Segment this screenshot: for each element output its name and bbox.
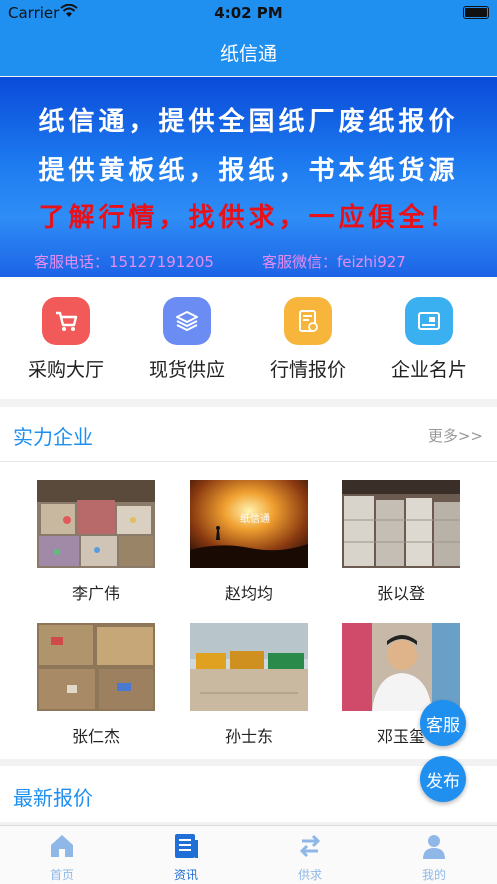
section-title: 最新报价: [13, 786, 93, 810]
status-bar: Carrier 4:02 PM: [0, 0, 497, 26]
man-portrait-photo: [342, 623, 460, 711]
company-card[interactable]: 孙士东: [190, 623, 308, 747]
company-name: 张以登: [376, 584, 425, 603]
tab-bar: 首页 资讯 供求 我的: [0, 825, 497, 884]
user-icon: [423, 835, 445, 859]
more-link[interactable]: 更多>>: [428, 425, 483, 446]
company-name: 赵均均: [224, 584, 273, 603]
trucks-yard-photo: [190, 623, 308, 711]
banner-line-1: 纸信通，提供全国纸厂废纸报价: [38, 107, 459, 137]
nav-bar: 纸信通: [0, 26, 497, 76]
news-icon: [175, 834, 198, 858]
tab-news[interactable]: 资讯: [124, 832, 248, 883]
tab-home[interactable]: 首页: [0, 832, 124, 883]
quick-menu: 采购大厅 现货供应 行情报价 企业名片: [0, 277, 497, 399]
cardboard-bales-photo: [37, 623, 155, 711]
price-document-icon: [284, 297, 332, 345]
warehouse-paper-stacks-photo: [342, 480, 460, 568]
menu-item-business-card[interactable]: 企业名片: [367, 297, 491, 382]
companies-section: 实力企业 更多>> 李广伟 纸信通 赵均均 张以登 张仁杰 孙士东 邓玉玺: [0, 407, 497, 759]
cart-icon: [42, 297, 90, 345]
photo-overlay-text: 纸信通: [240, 514, 270, 525]
company-card[interactable]: 纸信通 赵均均: [190, 480, 308, 604]
menu-label: 采购大厅: [27, 359, 104, 381]
tab-label: 资讯: [173, 868, 198, 882]
tab-label: 首页: [49, 868, 74, 882]
layers-icon: [163, 297, 211, 345]
promo-banner[interactable]: 纸信通，提供全国纸厂废纸报价 提供黄板纸，报纸，书本纸货源 了解行情，找供求，一…: [0, 77, 497, 277]
battery-icon: [463, 6, 489, 19]
tab-supply-demand[interactable]: 供求: [248, 832, 372, 883]
menu-item-spot-supply[interactable]: 现货供应: [125, 297, 249, 382]
banner-wechat: 客服微信：feizhi927: [262, 253, 406, 271]
menu-item-market-price[interactable]: 行情报价: [246, 297, 370, 382]
tab-label: 供求: [297, 868, 322, 882]
company-card[interactable]: 张以登: [342, 480, 460, 604]
publish-button[interactable]: 发布: [420, 756, 466, 802]
tab-label: 我的: [421, 868, 446, 882]
section-title: 实力企业: [13, 425, 93, 449]
company-card[interactable]: 张仁杰: [37, 623, 155, 747]
sunset-silhouette-photo: 纸信通: [190, 480, 308, 568]
page-title: 纸信通: [219, 43, 277, 65]
menu-label: 现货供应: [148, 359, 225, 381]
banner-line-2: 提供黄板纸，报纸，书本纸货源: [38, 156, 459, 186]
home-icon: [51, 835, 73, 857]
tab-mine[interactable]: 我的: [372, 832, 496, 883]
banner-phone: 客服电话：15127191205: [34, 253, 214, 271]
menu-label: 企业名片: [390, 359, 467, 381]
exchange-icon: [299, 834, 321, 858]
waste-paper-bales-photo: [37, 480, 155, 568]
company-card[interactable]: 李广伟: [37, 480, 155, 604]
divider: [0, 461, 497, 462]
menu-label: 行情报价: [269, 359, 346, 381]
company-name: 李广伟: [71, 584, 120, 603]
customer-service-button[interactable]: 客服: [420, 700, 466, 746]
business-card-icon: [405, 297, 453, 345]
company-name: 张仁杰: [71, 727, 120, 746]
company-name: 孙士东: [224, 727, 273, 746]
clock: 4:02 PM: [214, 4, 283, 22]
banner-line-3: 了解行情，找供求，一应俱全！: [38, 203, 459, 233]
menu-item-purchase-hall[interactable]: 采购大厅: [4, 297, 128, 382]
